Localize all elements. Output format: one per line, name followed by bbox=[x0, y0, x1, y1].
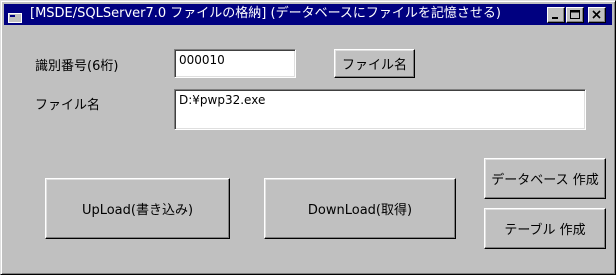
create-table-button[interactable]: テーブル 作成 bbox=[484, 208, 606, 249]
filename-input[interactable]: D:¥pwp32.exe bbox=[174, 89, 586, 130]
create-database-button[interactable]: データベース 作成 bbox=[484, 158, 606, 199]
filename-label: ファイル名 bbox=[35, 98, 101, 113]
minimize-icon bbox=[552, 17, 558, 19]
upload-button[interactable]: UpLoad(書き込み) bbox=[45, 178, 230, 239]
close-icon bbox=[592, 10, 601, 19]
maximize-icon bbox=[570, 10, 580, 19]
id-number-input[interactable]: 000010 bbox=[174, 49, 296, 78]
minimize-button[interactable] bbox=[547, 7, 565, 23]
app-window: [MSDE/SQLServer7.0 ファイルの格納] (データベースにファイル… bbox=[0, 0, 616, 275]
title-bar[interactable]: [MSDE/SQLServer7.0 ファイルの格納] (データベースにファイル… bbox=[4, 4, 612, 25]
id-number-label: 識別番号(6桁) bbox=[35, 59, 119, 74]
maximize-button[interactable] bbox=[566, 7, 584, 23]
app-window-icon[interactable] bbox=[8, 8, 22, 23]
filename-button[interactable]: ファイル名 bbox=[334, 49, 415, 78]
close-button[interactable] bbox=[588, 7, 606, 23]
download-button[interactable]: DownLoad(取得) bbox=[264, 178, 456, 239]
window-title: [MSDE/SQLServer7.0 ファイルの格納] (データベースにファイル… bbox=[30, 6, 502, 21]
